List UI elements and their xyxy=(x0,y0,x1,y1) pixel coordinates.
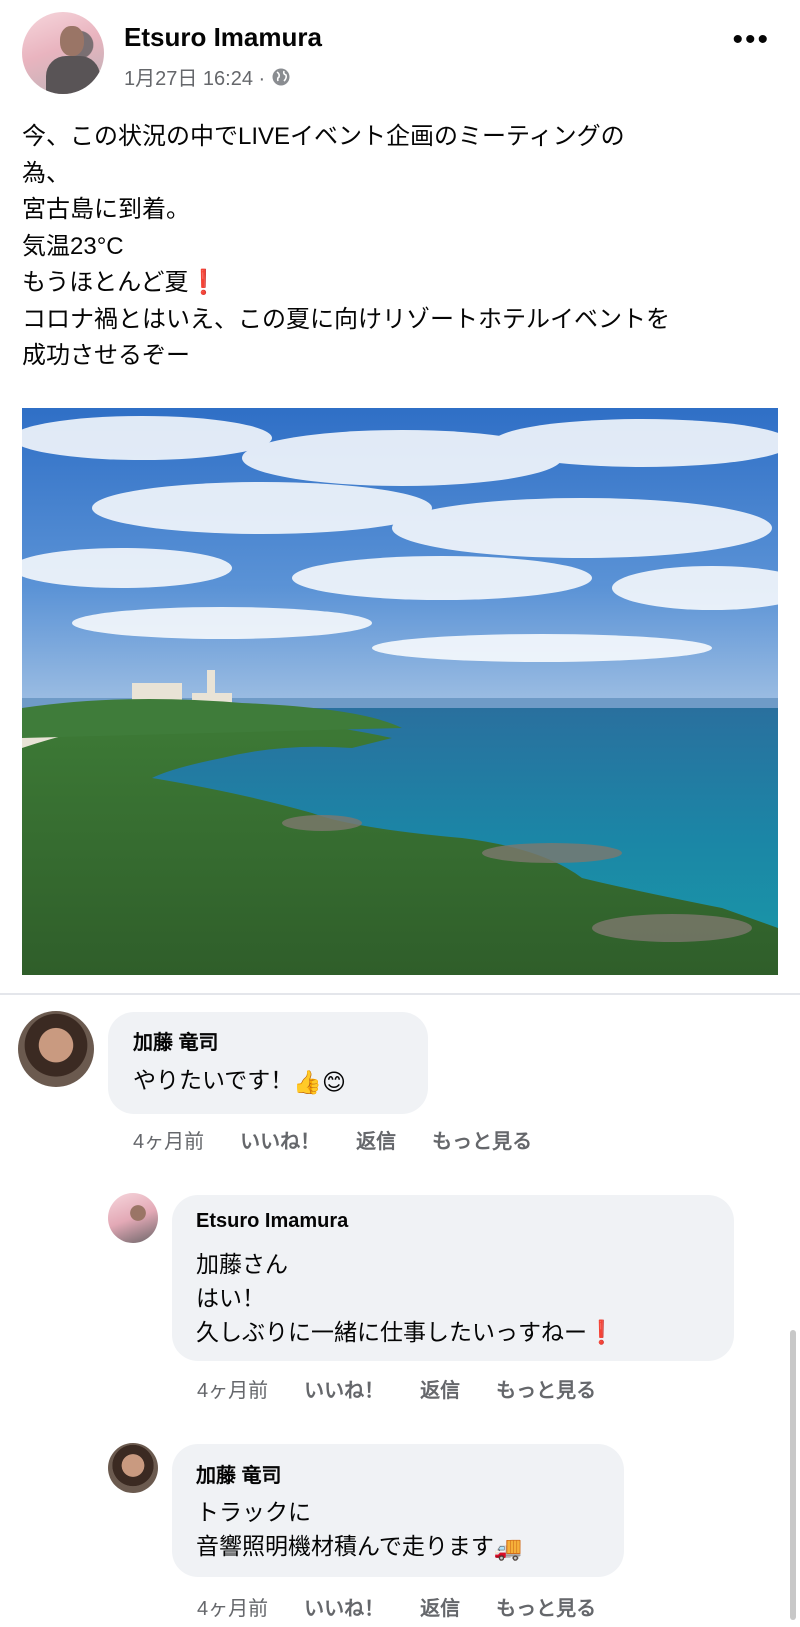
smile-emoji-icon: 😊 xyxy=(321,1068,346,1095)
post-timestamp[interactable]: 1月27日 16:24 · xyxy=(124,62,265,91)
post-line: 今、この状況の中でLIVEイベント企画のミーティングの xyxy=(22,123,625,150)
post-line: もうほとんど夏 xyxy=(22,269,189,296)
see-more-button[interactable]: もっと見る xyxy=(496,1592,596,1621)
truck-emoji-icon: 🚚 xyxy=(493,1534,523,1561)
comment-text: やりたいです！👍😊 xyxy=(133,1064,346,1098)
reply-button[interactable]: 返信 xyxy=(420,1592,460,1621)
more-options-button[interactable]: ••• xyxy=(732,25,770,55)
comment-actions: 4ヶ月前 いいね！ 返信 もっと見る xyxy=(197,1374,632,1403)
exclamation-emoji-icon: ❗ xyxy=(587,1319,616,1345)
comment-text-line-with-emoji: 音響照明機材積んで走ります🚚 xyxy=(196,1530,523,1564)
author-avatar[interactable] xyxy=(22,12,104,94)
comment-actions: 4ヶ月前 いいね！ 返信 もっと見る xyxy=(197,1592,632,1621)
post-line: 成功させるぞー xyxy=(22,342,190,369)
comment-actions: 4ヶ月前 いいね！ 返信 もっと見る xyxy=(133,1125,568,1154)
post-line: 為、 xyxy=(22,159,70,187)
post-header: Etsuro Imamura 1月27日 16:24 · ••• xyxy=(0,0,800,100)
comment-text-line-with-emoji: 久しぶりに一緒に仕事したいっすねー❗ xyxy=(196,1316,616,1348)
comment-text-content: 音響照明機材積んで走ります xyxy=(196,1533,494,1559)
commenter-name[interactable]: Etsuro Imamura xyxy=(196,1210,348,1233)
scrollbar[interactable] xyxy=(790,1330,796,1620)
comment-text-content: やりたいです！ xyxy=(133,1067,294,1093)
commenter-avatar[interactable] xyxy=(18,1011,94,1087)
see-more-button[interactable]: もっと見る xyxy=(432,1125,532,1154)
post-line: コロナ禍とはいえ、この夏に向けリゾートホテルイベントを xyxy=(22,305,670,333)
comment-text-content: 久しぶりに一緒に仕事したいっすねー xyxy=(196,1319,587,1345)
exclamation-emoji-icon: ❗ xyxy=(188,269,219,296)
commenter-name[interactable]: 加藤 竜司 xyxy=(196,1459,282,1488)
ocean-landscape-image xyxy=(22,408,778,975)
thumbs-up-emoji-icon: 👍 xyxy=(293,1068,322,1095)
like-button[interactable]: いいね！ xyxy=(240,1125,320,1154)
comment-time[interactable]: 4ヶ月前 xyxy=(197,1374,268,1403)
like-button[interactable]: いいね！ xyxy=(304,1374,384,1403)
post-line: 宮古島に到着。 xyxy=(22,196,190,223)
globe-icon xyxy=(272,68,290,85)
like-button[interactable]: いいね！ xyxy=(304,1592,384,1621)
post-photo[interactable] xyxy=(22,408,778,975)
post-line: 気温23°C xyxy=(22,232,124,260)
comment-time[interactable]: 4ヶ月前 xyxy=(133,1125,204,1154)
commenter-name[interactable]: 加藤 竜司 xyxy=(133,1026,219,1055)
comments-divider xyxy=(0,993,800,995)
comment-text-line: 加藤さん xyxy=(196,1251,288,1277)
post-author-name[interactable]: Etsuro Imamura xyxy=(124,22,322,53)
comment-text-line: トラックに xyxy=(196,1499,311,1525)
comment-text-line: はい！ xyxy=(196,1285,265,1311)
post-text: 今、この状況の中でLIVEイベント企画のミーティングの 為、 宮古島に到着。 気… xyxy=(22,119,782,375)
commenter-avatar[interactable] xyxy=(108,1443,158,1493)
reply-button[interactable]: 返信 xyxy=(420,1374,460,1403)
reply-author-avatar[interactable] xyxy=(108,1193,158,1243)
comment-time[interactable]: 4ヶ月前 xyxy=(197,1592,268,1621)
post-line-with-emoji: もうほとんど夏❗ xyxy=(22,265,782,302)
see-more-button[interactable]: もっと見る xyxy=(496,1374,596,1403)
reply-button[interactable]: 返信 xyxy=(356,1125,396,1154)
post-meta: 1月27日 16:24 · xyxy=(124,62,291,91)
